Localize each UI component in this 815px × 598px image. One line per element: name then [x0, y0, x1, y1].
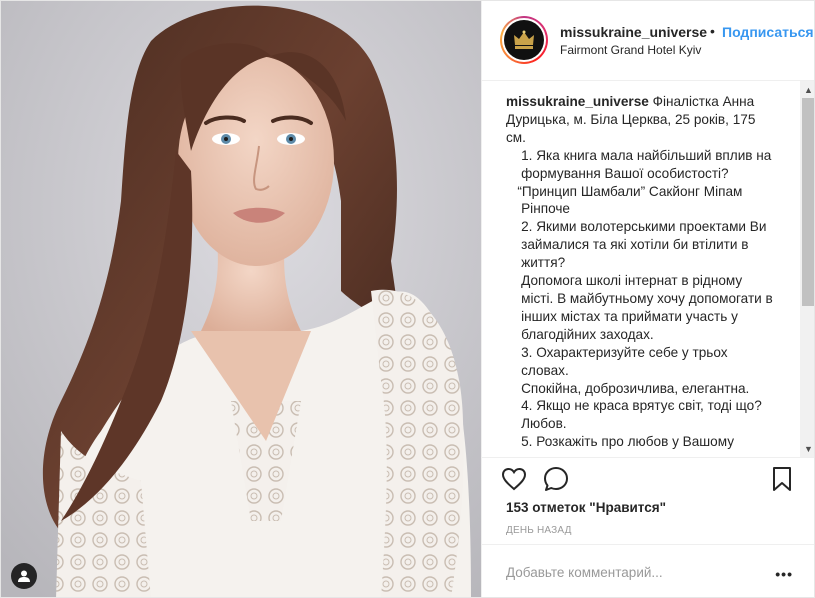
- comment-icon[interactable]: [542, 465, 570, 493]
- scroll-down-arrow-icon[interactable]: ▼: [800, 440, 814, 457]
- more-options-button[interactable]: •••: [775, 566, 793, 582]
- scroll-up-arrow-icon[interactable]: ▲: [800, 81, 814, 98]
- avatar[interactable]: [500, 16, 548, 64]
- follow-button[interactable]: Подписаться: [722, 24, 814, 40]
- crown-icon: [504, 20, 544, 60]
- caption-username[interactable]: missukraine_universe: [506, 94, 649, 109]
- comment-input[interactable]: [506, 565, 756, 580]
- instagram-post: missukraine_universe • Подписаться Fairm…: [0, 0, 815, 598]
- location-link[interactable]: Fairmont Grand Hotel Kyiv: [560, 43, 701, 57]
- comments-area[interactable]: missukraine_universe Фіналістка Анна Дур…: [482, 81, 814, 457]
- likes-count[interactable]: 153 отметок "Нравится": [506, 500, 666, 515]
- post-photo[interactable]: [1, 1, 481, 597]
- post-time[interactable]: ДЕНЬ НАЗАД: [506, 525, 572, 536]
- portrait-image: [1, 1, 481, 597]
- bookmark-icon[interactable]: [768, 465, 796, 493]
- scrollbar[interactable]: ▲ ▼: [800, 81, 814, 457]
- caption: missukraine_universe Фіналістка Анна Дур…: [506, 93, 774, 451]
- post-side-panel: missukraine_universe • Подписаться Fairm…: [481, 1, 814, 597]
- header-username[interactable]: missukraine_universe: [560, 24, 707, 40]
- scrollbar-thumb[interactable]: [802, 98, 814, 306]
- add-comment-section: •••: [482, 544, 814, 597]
- caption-text: Фіналістка Анна Дурицька, м. Біла Церква…: [506, 94, 773, 450]
- separator-dot: •: [710, 23, 715, 39]
- action-bar: [482, 457, 814, 499]
- heart-icon[interactable]: [500, 465, 528, 493]
- post-header: missukraine_universe • Подписаться Fairm…: [482, 1, 814, 81]
- user-tag-icon[interactable]: [11, 563, 37, 589]
